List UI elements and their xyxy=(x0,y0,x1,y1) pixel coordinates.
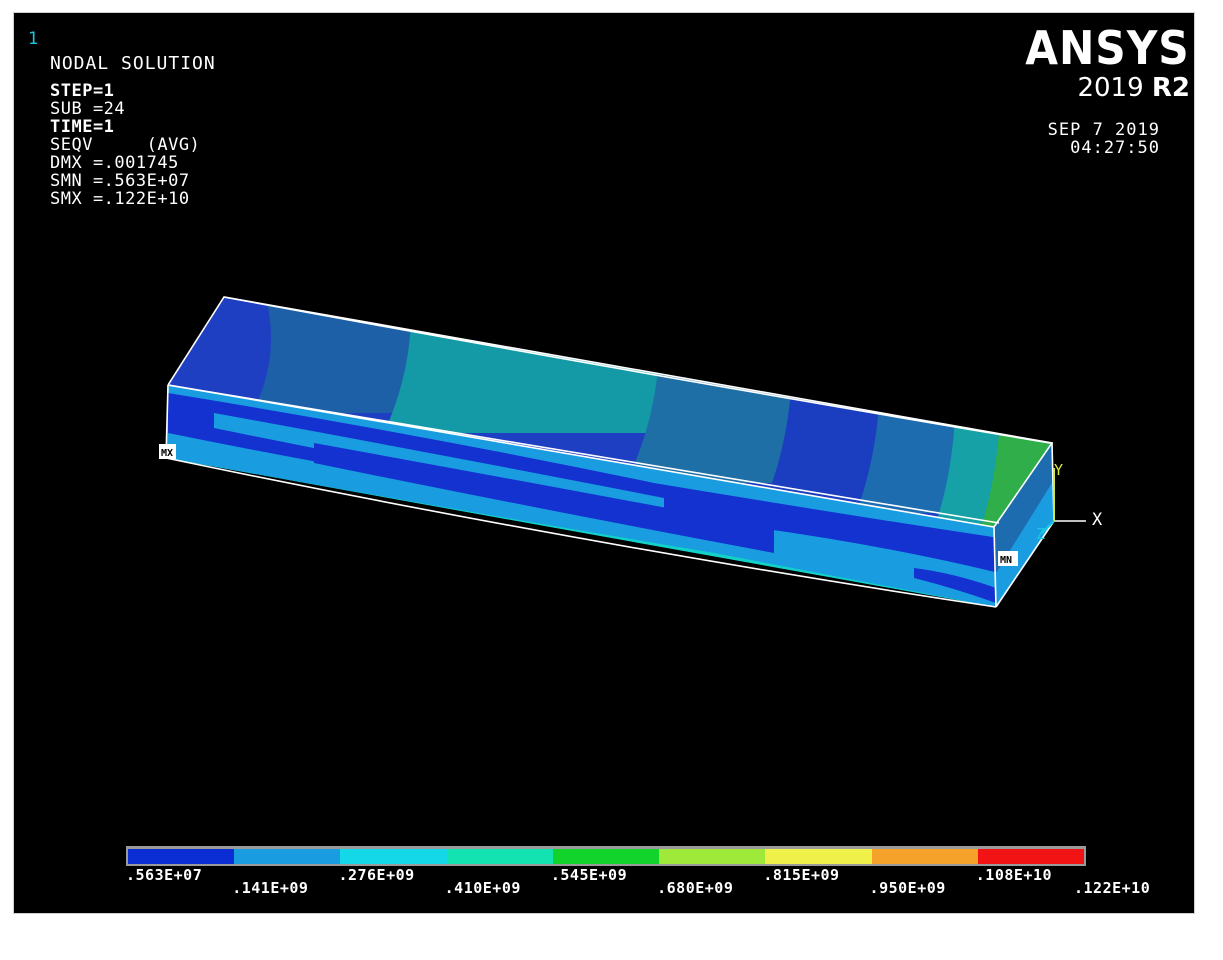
contour-legend xyxy=(126,846,1086,866)
legend-swatches xyxy=(128,849,1084,864)
max-marker-label: MN xyxy=(1000,555,1012,566)
top-band-7 xyxy=(979,297,1052,527)
legend-swatch-2 xyxy=(340,849,447,864)
legend-swatch-0 xyxy=(128,849,235,864)
legend-swatch-1 xyxy=(234,849,341,864)
top-band-6 xyxy=(934,297,1052,527)
legend-swatch-8 xyxy=(977,849,1084,864)
legend-tick-label-3: .410E+09 xyxy=(444,879,521,897)
legend-tick-label-1: .141E+09 xyxy=(232,879,309,897)
min-marker-label: MX xyxy=(161,448,173,459)
legend-tick-label-2: .276E+09 xyxy=(338,866,415,884)
legend-swatch-7 xyxy=(871,849,978,864)
graphics-viewport[interactable]: 1 NODAL SOLUTION STEP=1 SUB =24 TIME=1 S… xyxy=(13,12,1195,914)
legend-tick-label-4: .545E+09 xyxy=(550,866,628,884)
legend-tick-label-5: .680E+09 xyxy=(657,879,734,897)
legend-tick-label-0: .563E+07 xyxy=(126,866,203,884)
legend-tick-label-6: .815E+09 xyxy=(763,866,840,884)
legend-tick-label-9: .122E+10 xyxy=(1074,879,1151,897)
legend-swatch-5 xyxy=(659,849,766,864)
legend-swatch-4 xyxy=(552,849,660,864)
legend-swatch-6 xyxy=(765,849,872,864)
legend-swatch-3 xyxy=(446,849,553,864)
triad-z-label: Z xyxy=(1036,525,1045,543)
triad-x-label: X xyxy=(1092,510,1103,530)
beam-model[interactable]: X Y Z MX MN xyxy=(14,13,1194,913)
legend-tick-label-8: .108E+10 xyxy=(975,866,1053,884)
triad-y-label: Y xyxy=(1054,461,1063,479)
legend-tick-label-7: .950E+09 xyxy=(869,879,946,897)
